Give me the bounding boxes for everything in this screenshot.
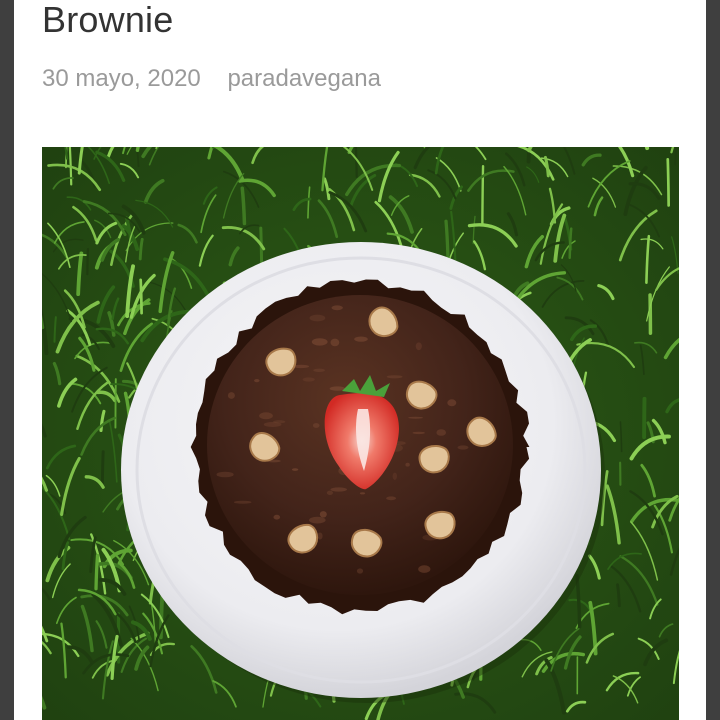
post-title: Brownie (42, 0, 174, 40)
post-meta: 30 mayo, 2020 paradavegana (42, 64, 381, 94)
screen-frame: Brownie 30 mayo, 2020 paradavegana (0, 0, 720, 720)
post-card: Brownie 30 mayo, 2020 paradavegana (14, 0, 706, 720)
post-author-link[interactable]: paradavegana (227, 65, 380, 92)
brownie-photo (42, 147, 679, 720)
post-date[interactable]: 30 mayo, 2020 (42, 65, 201, 92)
post-photo[interactable] (42, 147, 679, 720)
